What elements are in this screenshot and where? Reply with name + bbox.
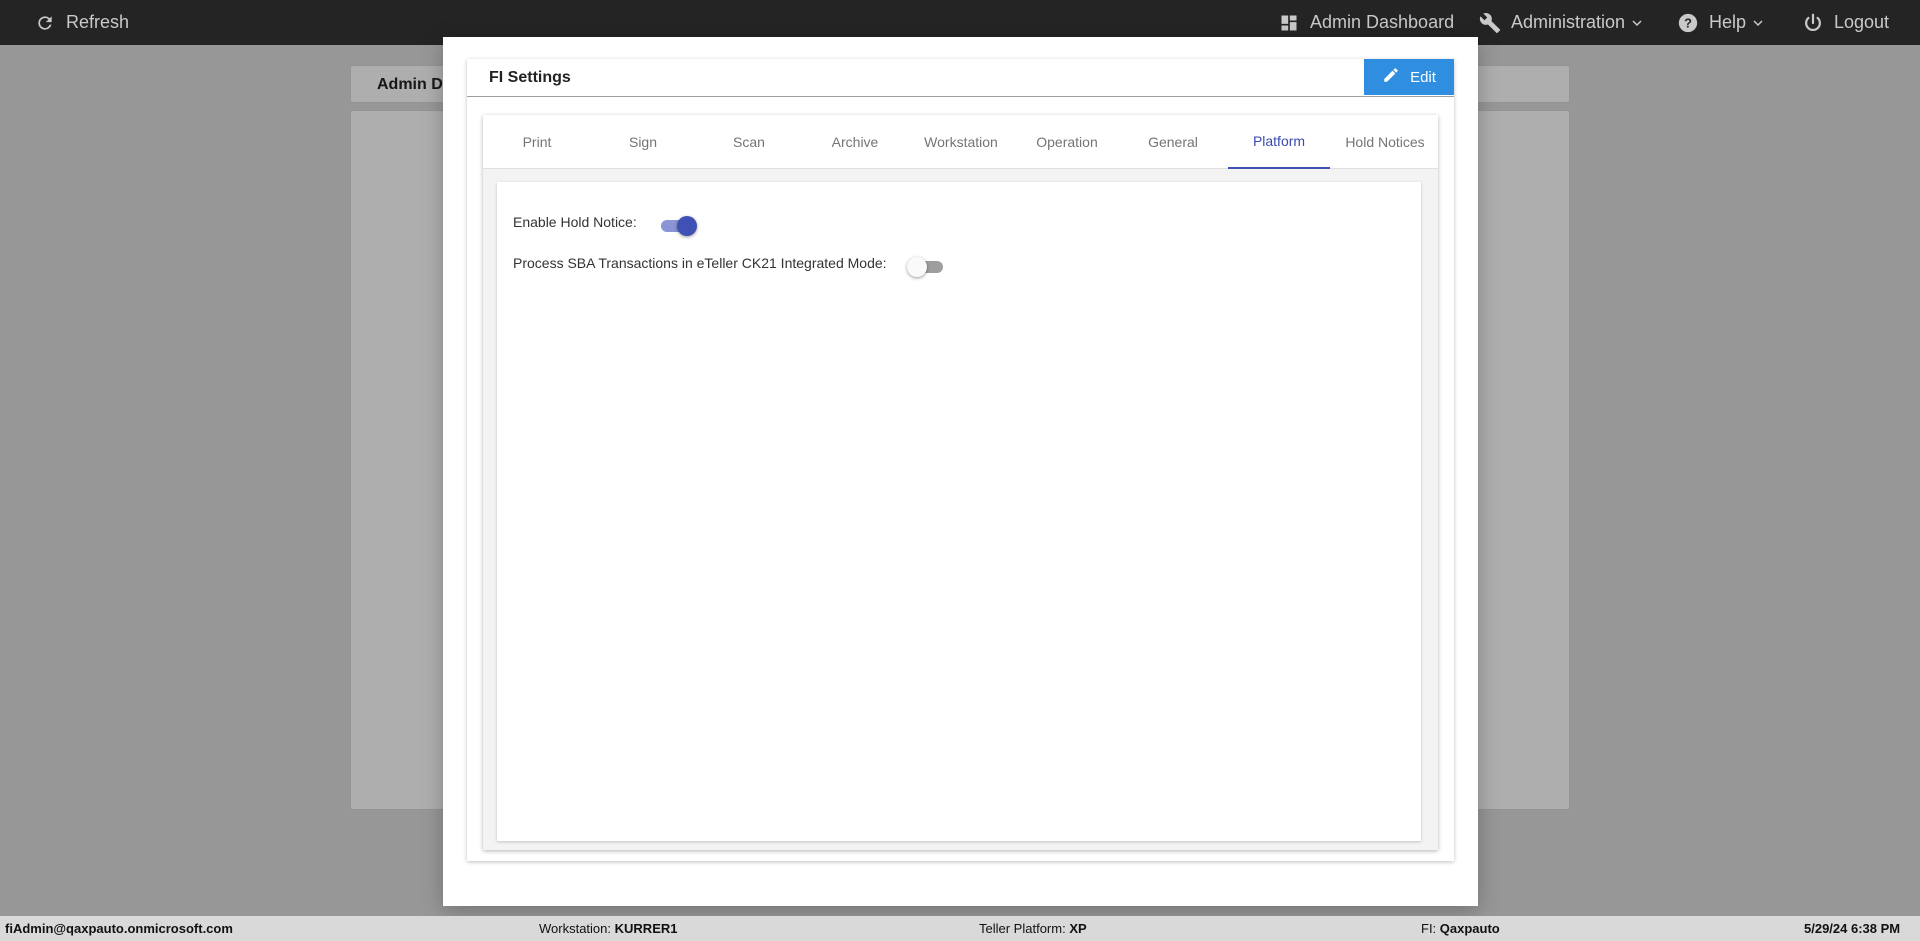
enable-hold-notice-label: Enable Hold Notice: [513, 214, 637, 230]
dialog-title: FI Settings [489, 69, 571, 86]
tab-print[interactable]: Print [486, 115, 588, 169]
status-datetime: 5/29/24 6:38 PM [1804, 921, 1901, 936]
tab-sign[interactable]: Sign [592, 115, 694, 169]
chevron-down-icon [1631, 17, 1643, 29]
status-workstation: Workstation: KURRER1 [539, 921, 677, 936]
platform-settings-panel: Enable Hold Notice: Process SBA Transact… [497, 182, 1421, 841]
toggle-thumb [907, 257, 927, 277]
pencil-icon [1382, 66, 1400, 88]
help-label: Help [1709, 12, 1747, 32]
administration-label: Administration [1511, 12, 1626, 32]
tab-operation[interactable]: Operation [1016, 115, 1118, 169]
workstation-label: Workstation: [539, 921, 612, 936]
dialog-header: FI Settings Edit [467, 59, 1454, 97]
status-fi: FI: Qaxpauto [1421, 921, 1500, 936]
fi-value: Qaxpauto [1439, 921, 1500, 936]
toggle-thumb [677, 216, 697, 236]
logout-label: Logout [1834, 12, 1890, 32]
help-icon: ? [1675, 10, 1701, 36]
help-menu[interactable]: ? Help [1675, 0, 1764, 45]
tab-hold-notices[interactable]: Hold Notices [1334, 115, 1436, 169]
svg-text:?: ? [1684, 15, 1692, 30]
process-sba-label: Process SBA Transactions in eTeller CK21… [513, 255, 887, 271]
logout-button[interactable]: Logout [1800, 0, 1889, 45]
enable-hold-notice-toggle[interactable] [659, 215, 697, 237]
refresh-icon [32, 10, 58, 36]
fi-label: FI: [1421, 921, 1437, 936]
wrench-icon [1477, 10, 1503, 36]
tab-platform[interactable]: Platform [1228, 115, 1330, 169]
admin-dashboard-label: Admin Dashboard [1310, 12, 1455, 32]
fi-settings-dialog: FI Settings Edit Print Sign Scan Archive… [443, 37, 1478, 906]
tab-workstation[interactable]: Workstation [910, 115, 1012, 169]
settings-tab-container: Print Sign Scan Archive Workstation Oper… [483, 115, 1438, 850]
fi-settings-card: FI Settings Edit Print Sign Scan Archive… [467, 59, 1454, 861]
tab-archive[interactable]: Archive [804, 115, 906, 169]
teller-platform-value: XP [1069, 921, 1087, 936]
power-icon [1800, 10, 1826, 36]
tab-scan[interactable]: Scan [698, 115, 800, 169]
chevron-down-icon [1752, 17, 1764, 29]
process-sba-toggle[interactable] [907, 256, 945, 278]
status-bar: fiAdmin@qaxpauto.onmicrosoft.com Worksta… [0, 916, 1920, 941]
refresh-label: Refresh [66, 12, 130, 32]
status-teller-platform: Teller Platform: XP [979, 921, 1087, 936]
refresh-button[interactable]: Refresh [32, 0, 129, 45]
tab-general[interactable]: General [1122, 115, 1224, 169]
edit-button-label: Edit [1410, 68, 1436, 86]
edit-button[interactable]: Edit [1364, 59, 1454, 95]
status-user: fiAdmin@qaxpauto.onmicrosoft.com [5, 921, 233, 936]
settings-tabs: Print Sign Scan Archive Workstation Oper… [483, 115, 1438, 169]
workstation-value: KURRER1 [614, 921, 678, 936]
administration-menu[interactable]: Administration [1477, 0, 1643, 45]
teller-platform-label: Teller Platform: [979, 921, 1066, 936]
dashboard-icon [1276, 10, 1302, 36]
